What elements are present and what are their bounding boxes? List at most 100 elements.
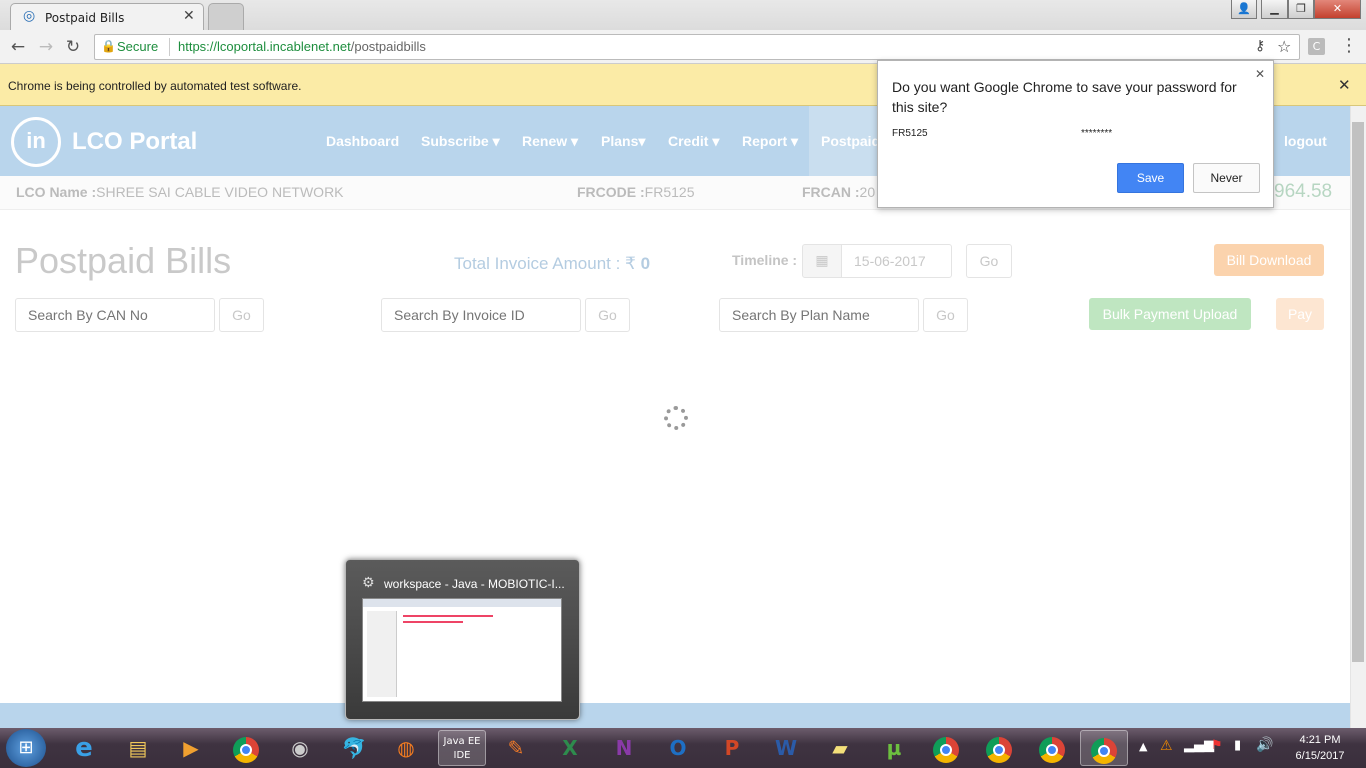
saved-username: FR5125 (892, 128, 928, 139)
outlook-icon[interactable]: O (654, 730, 702, 766)
browser-title-bar: ◎ Postpaid Bills ✕ 👤 ▁ ❐ ✕ (0, 0, 1366, 30)
network-icon[interactable]: ▂▄▆ (1184, 738, 1214, 753)
frcan-label: FRCAN : (802, 184, 860, 200)
system-clock[interactable]: 4:21 PM 6/15/2017 (1280, 732, 1360, 764)
search-can-input[interactable] (15, 298, 215, 332)
avast-icon[interactable]: ⚠ (1160, 738, 1173, 754)
bill-download-button[interactable]: Bill Download (1214, 244, 1324, 276)
tray-expand-icon[interactable]: ▲ (1139, 740, 1147, 753)
thumb-toolbar (363, 599, 561, 607)
pay-button[interactable]: Pay (1276, 298, 1324, 330)
search-invoice-go-button[interactable]: Go (585, 298, 630, 332)
site-footer (0, 703, 1350, 728)
excel-icon[interactable]: X (546, 730, 594, 766)
tab-title: Postpaid Bills (45, 11, 125, 25)
chrome-window-icon[interactable] (1028, 730, 1076, 766)
nav-report[interactable]: Report ▾ (742, 133, 798, 150)
search-can-go-button[interactable]: Go (219, 298, 264, 332)
reload-icon[interactable]: ↻ (63, 37, 83, 57)
secure-label: Secure (117, 39, 159, 54)
thumb-error-line (403, 615, 493, 617)
save-password-button[interactable]: Save (1117, 163, 1184, 193)
infobar-text: Chrome is being controlled by automated … (8, 79, 302, 93)
nav-renew[interactable]: Renew ▾ (522, 133, 578, 150)
windows-taskbar: ⊞ e ▤ ▶ ◉ 🐬 ◍ Java EE IDE ✎ X N O P W ▰ µ… (0, 728, 1366, 768)
balance-value: 964.58 (1274, 181, 1333, 202)
nav-credit[interactable]: Credit ▾ (668, 133, 719, 150)
word-icon[interactable]: W (762, 730, 810, 766)
thumb-explorer (367, 611, 397, 697)
chrome-window-icon[interactable] (922, 730, 970, 766)
clock-date: 6/15/2017 (1295, 750, 1345, 762)
nav-postpaid[interactable]: Postpaid (821, 133, 880, 149)
loading-spinner-icon (664, 406, 688, 430)
brand-name[interactable]: LCO Portal (72, 128, 197, 156)
nav-dashboard[interactable]: Dashboard (326, 133, 399, 149)
browser-toolbar: ← → ↻ 🔒 Secure https://lcoportal.incable… (0, 30, 1366, 64)
nav-logout[interactable]: logout (1284, 133, 1327, 149)
nav-plans[interactable]: Plans▾ (601, 133, 645, 150)
url-text: https://lcoportal.incablenet.net/postpai… (178, 39, 426, 54)
thumb-error-line (403, 621, 463, 623)
timeline-date-input[interactable]: 15-06-2017 (841, 244, 952, 278)
bookmark-star-icon[interactable]: ☆ (1277, 37, 1291, 56)
mysql-icon[interactable]: 🐬 (330, 730, 378, 766)
lco-name-value: SHREE SAI CABLE VIDEO NETWORK (96, 184, 344, 200)
preview-thumbnail[interactable] (362, 598, 562, 702)
total-invoice: Total Invoice Amount : ₹ 0 (454, 254, 650, 274)
tab-favicon-icon: ◎ (23, 8, 36, 24)
firefox-icon[interactable]: ◍ (382, 730, 430, 766)
infobar-close-icon[interactable]: ✕ (1338, 76, 1351, 94)
onenote-icon[interactable]: N (600, 730, 648, 766)
back-icon[interactable]: ← (8, 37, 28, 57)
start-button-icon[interactable]: ⊞ (6, 729, 46, 767)
logo-icon[interactable]: in (11, 117, 61, 167)
total-value: 0 (640, 254, 651, 273)
search-plan-go-button[interactable]: Go (923, 298, 968, 332)
clock-time: 4:21 PM (1299, 734, 1341, 746)
frcan: FRCAN :20 (802, 184, 875, 200)
nav-subscribe[interactable]: Subscribe ▾ (421, 133, 500, 150)
media-player-icon[interactable]: ▶ (167, 730, 215, 766)
eclipse-icon: ⚙ (362, 575, 375, 591)
scrollbar-thumb[interactable] (1352, 122, 1364, 662)
tab-postpaid-bills[interactable]: ◎ Postpaid Bills ✕ (10, 3, 204, 30)
internet-explorer-icon[interactable]: e (60, 730, 108, 766)
total-label: Total Invoice Amount : ₹ (454, 254, 636, 273)
chrome-window-icon[interactable] (975, 730, 1023, 766)
save-password-dialog: ✕ Do you want Google Chrome to save your… (877, 60, 1274, 208)
minimize-icon[interactable]: ▁ (1261, 0, 1288, 19)
extension-icon[interactable]: C (1308, 38, 1325, 55)
key-icon[interactable]: ⚷ (1255, 38, 1265, 54)
file-explorer-icon[interactable]: ▤ (114, 730, 162, 766)
frcan-value: 20 (859, 184, 876, 200)
flag-icon[interactable]: ⚑ (1211, 738, 1223, 753)
timeline-go-button[interactable]: Go (966, 244, 1012, 278)
new-tab-button[interactable] (208, 3, 244, 30)
chrome-active-window-icon[interactable] (1080, 730, 1128, 766)
tab-close-icon[interactable]: ✕ (183, 8, 195, 24)
power-icon[interactable]: ▮ (1234, 738, 1241, 753)
user-profile-icon[interactable]: 👤 (1231, 0, 1257, 19)
calendar-icon[interactable]: ▦ (802, 244, 842, 278)
java-ee-ide-icon[interactable]: Java EE IDE (438, 730, 486, 766)
chrome-taskbar-icon[interactable] (222, 730, 270, 766)
sticky-notes-icon[interactable]: ▰ (816, 730, 864, 766)
search-plan-input[interactable] (719, 298, 919, 332)
volume-icon[interactable]: 🔊 (1256, 737, 1273, 753)
address-bar[interactable]: 🔒 Secure https://lcoportal.incablenet.ne… (94, 34, 1300, 60)
taskbar-preview[interactable]: ⚙ workspace - Java - MOBIOTIC-I... (345, 559, 580, 720)
close-window-icon[interactable]: ✕ (1314, 0, 1361, 19)
forward-icon[interactable]: → (36, 37, 56, 57)
frcode-label: FRCODE : (577, 184, 645, 200)
utorrent-icon[interactable]: µ (870, 730, 918, 766)
powerpoint-icon[interactable]: P (708, 730, 756, 766)
menu-icon[interactable]: ⋮ (1340, 35, 1358, 56)
dialog-close-icon[interactable]: ✕ (1255, 67, 1265, 81)
restore-icon[interactable]: ❐ (1288, 0, 1314, 19)
tool-icon[interactable]: ✎ (492, 730, 540, 766)
search-invoice-input[interactable] (381, 298, 581, 332)
bulk-payment-upload-button[interactable]: Bulk Payment Upload (1089, 298, 1251, 330)
eclipse-taskbar-icon[interactable]: ◉ (276, 730, 324, 766)
never-button[interactable]: Never (1193, 163, 1260, 193)
